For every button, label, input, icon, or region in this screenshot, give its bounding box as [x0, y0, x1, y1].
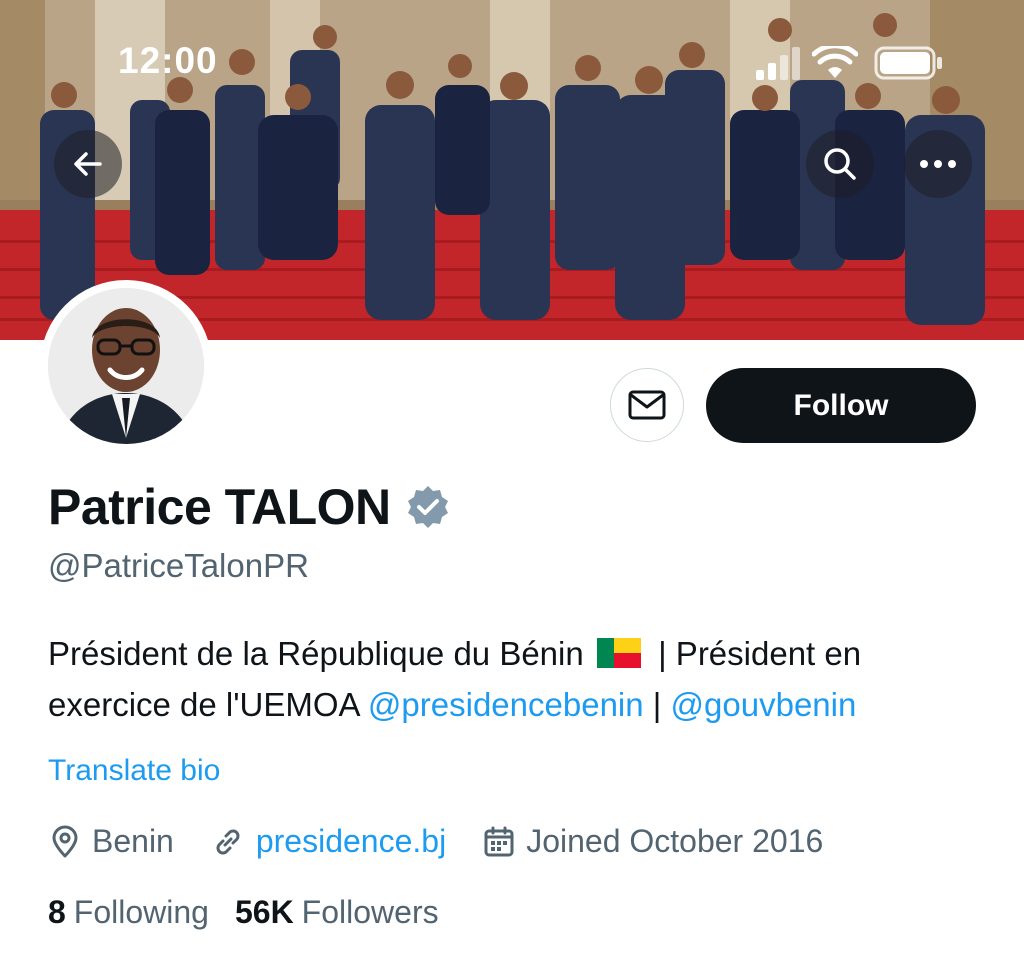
- following-stat[interactable]: 8 Following: [48, 894, 209, 931]
- search-icon: [824, 148, 856, 180]
- more-icon: [920, 160, 956, 168]
- battery-icon: [874, 46, 942, 80]
- location-text: Benin: [92, 823, 174, 859]
- wifi-icon: [812, 46, 858, 78]
- location-item: Benin: [48, 823, 174, 860]
- following-count: 8: [48, 894, 66, 930]
- profile-avatar-frame[interactable]: [40, 280, 212, 452]
- mail-icon: [628, 390, 666, 420]
- profile-stats: 8 Following 56K Followers: [48, 894, 465, 931]
- location-pin-icon: [52, 825, 78, 857]
- back-arrow-icon: [74, 152, 102, 176]
- status-bar: 12:00: [0, 40, 1024, 88]
- search-button[interactable]: [806, 130, 874, 198]
- mention-gouvbenin[interactable]: @gouvbenin: [671, 686, 857, 723]
- followers-label: Followers: [301, 894, 439, 930]
- followers-count: 56K: [234, 894, 294, 930]
- profile-handle: @PatriceTalonPR: [48, 547, 309, 584]
- joined-item: Joined October 2016: [482, 823, 823, 860]
- joined-text: Joined October 2016: [526, 823, 824, 859]
- profile-bio: Président de la République du Bénin | Pr…: [48, 628, 988, 730]
- avatar-photo: [48, 288, 204, 444]
- website-item[interactable]: presidence.bj: [210, 823, 446, 860]
- bio-separator: |: [652, 686, 662, 723]
- translate-bio-link[interactable]: Translate bio: [48, 754, 220, 788]
- message-button[interactable]: [610, 368, 684, 442]
- calendar-icon: [484, 826, 514, 856]
- follow-button[interactable]: Follow: [706, 368, 976, 443]
- verified-badge-icon[interactable]: [405, 484, 451, 530]
- link-icon: [216, 829, 240, 854]
- profile-name: Patrice TALON: [48, 479, 391, 535]
- profile-meta: Benin presidence.bj Joined October 2016: [48, 823, 859, 860]
- followers-stat[interactable]: 56K Followers: [235, 894, 439, 931]
- cellular-signal-icon: [756, 47, 800, 80]
- profile-name-row: Patrice TALON: [48, 478, 451, 536]
- more-options-button[interactable]: [904, 130, 972, 198]
- benin-flag-icon: [596, 638, 641, 668]
- status-time: 12:00: [118, 40, 218, 81]
- avatar[interactable]: [48, 288, 204, 444]
- mention-presidencebenin[interactable]: @presidencebenin: [368, 686, 644, 723]
- following-label: Following: [73, 894, 209, 930]
- website-link[interactable]: presidence.bj: [256, 823, 446, 860]
- bio-text: Président de la République du Bénin: [48, 635, 584, 672]
- back-button[interactable]: [54, 130, 122, 198]
